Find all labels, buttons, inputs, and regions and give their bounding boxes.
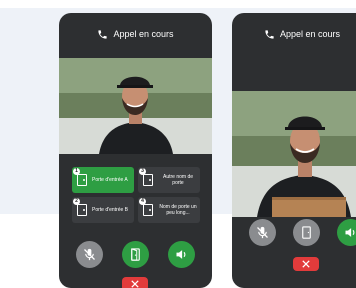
- microphone-muted-icon: [257, 226, 268, 239]
- video-feed: [59, 58, 212, 154]
- close-icon: [302, 260, 310, 268]
- microphone-muted-icon: [84, 248, 95, 261]
- visitor-video-image: [59, 58, 212, 154]
- door-label: Porte d'entrée A: [92, 177, 128, 183]
- door-label: Porte d'entrée B: [92, 207, 128, 213]
- visitor-video-image: [232, 91, 356, 217]
- mute-button[interactable]: [76, 241, 103, 268]
- open-door-button[interactable]: [122, 241, 149, 268]
- call-status-bar: Appel en cours: [232, 13, 356, 55]
- door-button-2[interactable]: 2 Porte d'entrée B: [72, 197, 134, 223]
- speaker-button[interactable]: [168, 241, 195, 268]
- door-icon: [302, 226, 311, 239]
- speaker-icon: [176, 250, 186, 259]
- open-door-button[interactable]: [293, 219, 320, 246]
- speaker-button[interactable]: [337, 219, 356, 246]
- door-selection-grid: 1 Porte d'entrée A 3 Autre nom de porte …: [72, 167, 202, 223]
- door-label: Autre nom de porte: [162, 174, 194, 186]
- door-icon: [77, 204, 87, 216]
- phone-screen-left: Appel en cours 1 Porte d'entrée A 3 Autr…: [59, 13, 212, 288]
- phone-screen-right: Appel en cours: [232, 13, 356, 288]
- door-open-icon: [131, 248, 140, 261]
- phone-icon: [98, 29, 108, 39]
- door-button-1[interactable]: 1 Porte d'entrée A: [72, 167, 134, 193]
- video-feed: [232, 91, 356, 217]
- hangup-button[interactable]: [293, 257, 319, 271]
- close-icon: [131, 280, 139, 288]
- door-label: Nom de porte un peu long...: [159, 204, 197, 216]
- mute-button[interactable]: [249, 219, 276, 246]
- door-icon: [77, 174, 87, 186]
- call-status-text: Appel en cours: [113, 29, 174, 39]
- call-status-bar: Appel en cours: [59, 13, 212, 55]
- door-icon: [143, 174, 153, 186]
- call-status-text: Appel en cours: [279, 29, 341, 39]
- speaker-icon: [345, 228, 355, 237]
- door-button-4[interactable]: 4 Nom de porte un peu long...: [138, 197, 200, 223]
- door-icon: [143, 204, 153, 216]
- door-button-3[interactable]: 3 Autre nom de porte: [138, 167, 200, 193]
- phone-icon: [265, 29, 274, 39]
